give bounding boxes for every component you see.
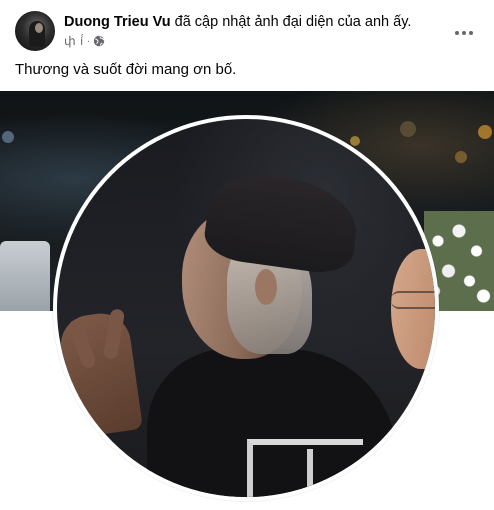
post-action-text: đã cập nhật ảnh đại diện của anh ấy. (174, 14, 412, 30)
avatar-face (35, 23, 43, 33)
ear (255, 269, 277, 305)
more-dots-icon (455, 31, 473, 35)
bokeh-light (2, 131, 14, 143)
glasses (391, 291, 435, 309)
white-chair (247, 439, 363, 497)
profile-picture-frame[interactable] (53, 115, 439, 501)
profile-picture[interactable] (57, 119, 435, 497)
post-title-line: Duong Trieu Vu đã cập nhật ảnh đại diện … (64, 13, 411, 31)
post-meta: փ í́ · (64, 33, 105, 49)
smiling-woman-face (391, 249, 435, 369)
bokeh-light (478, 125, 492, 139)
author-name-link[interactable]: Duong Trieu Vu (64, 14, 171, 30)
bokeh-light (350, 136, 360, 146)
bokeh-light (455, 151, 467, 163)
more-options-button[interactable] (450, 19, 478, 47)
post-caption: Thương và suốt đời mang ơn bố. (15, 61, 237, 78)
chair-leg (307, 449, 313, 497)
background-person (0, 241, 50, 311)
bokeh-light (400, 121, 416, 137)
meta-separator: · (86, 35, 91, 47)
post-header: Duong Trieu Vu đã cập nhật ảnh đại diện … (15, 11, 482, 55)
author-avatar[interactable] (15, 11, 55, 51)
post-timestamp[interactable]: փ í́ (64, 34, 84, 48)
feed-post: Duong Trieu Vu đã cập nhật ảnh đại diện … (0, 0, 494, 510)
globe-icon[interactable] (93, 35, 105, 47)
